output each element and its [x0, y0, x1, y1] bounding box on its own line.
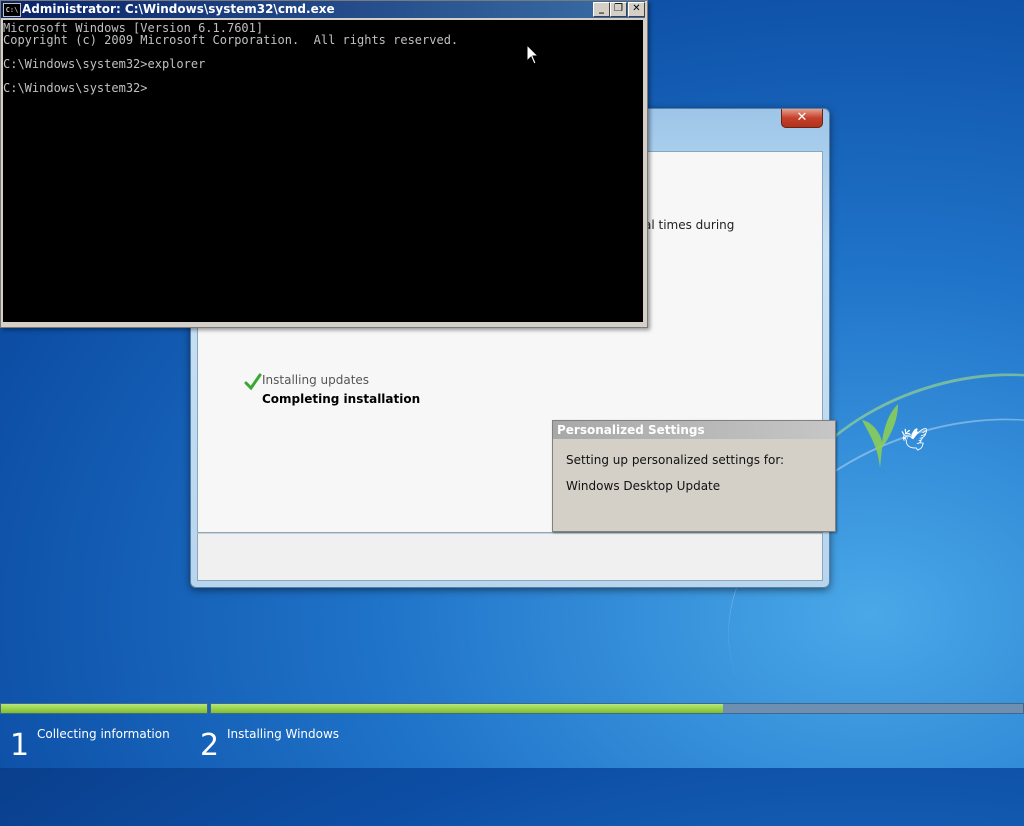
- setup-instruction-text: al times during: [644, 218, 735, 232]
- progress-stage-1: [0, 703, 208, 714]
- dialog-user-name: Windows Desktop Update: [566, 479, 721, 493]
- cmd-console[interactable]: Microsoft Windows [Version 6.1.7601] Cop…: [3, 20, 643, 322]
- dialog-message: Setting up personalized settings for:: [566, 453, 785, 467]
- stage-2-label: Installing Windows: [227, 727, 340, 741]
- cmd-titlebar[interactable]: C:\ Administrator: C:\Windows\system32\c…: [1, 1, 645, 18]
- minimize-button[interactable]: _: [593, 2, 610, 17]
- bird-icon: 🕊: [900, 428, 928, 453]
- personalized-settings-dialog: Personalized Settings Setting up persona…: [552, 420, 836, 532]
- cmd-title: Administrator: C:\Windows\system32\cmd.e…: [22, 2, 335, 16]
- restore-button[interactable]: ❐: [610, 2, 627, 17]
- close-button[interactable]: ✕: [628, 2, 645, 17]
- progress-fill-stage-1: [1, 704, 207, 713]
- mouse-cursor-icon: [526, 44, 540, 65]
- console-line: C:\Windows\system32>explorer: [3, 57, 206, 71]
- console-line: C:\Windows\system32>: [3, 81, 148, 95]
- stage-2-number: 2: [200, 728, 220, 763]
- check-icon: [244, 373, 262, 391]
- progress-fill-stage-2: [211, 704, 723, 713]
- setup-close-button[interactable]: ✕: [781, 109, 823, 128]
- setup-footer: [197, 533, 823, 581]
- dialog-title: Personalized Settings: [553, 421, 835, 439]
- console-line: Copyright (c) 2009 Microsoft Corporation…: [3, 33, 459, 47]
- leaf-icon: [862, 404, 898, 468]
- stage-1-number: 1: [10, 728, 30, 763]
- stage-1-label: Collecting information: [37, 727, 170, 741]
- step-installing-updates: Installing updates: [262, 373, 370, 387]
- cmd-icon: C:\: [3, 3, 21, 17]
- progress-stage-2: [210, 703, 1024, 714]
- step-completing-installation: Completing installation: [262, 392, 421, 406]
- cmd-window: C:\ Administrator: C:\Windows\system32\c…: [0, 0, 648, 328]
